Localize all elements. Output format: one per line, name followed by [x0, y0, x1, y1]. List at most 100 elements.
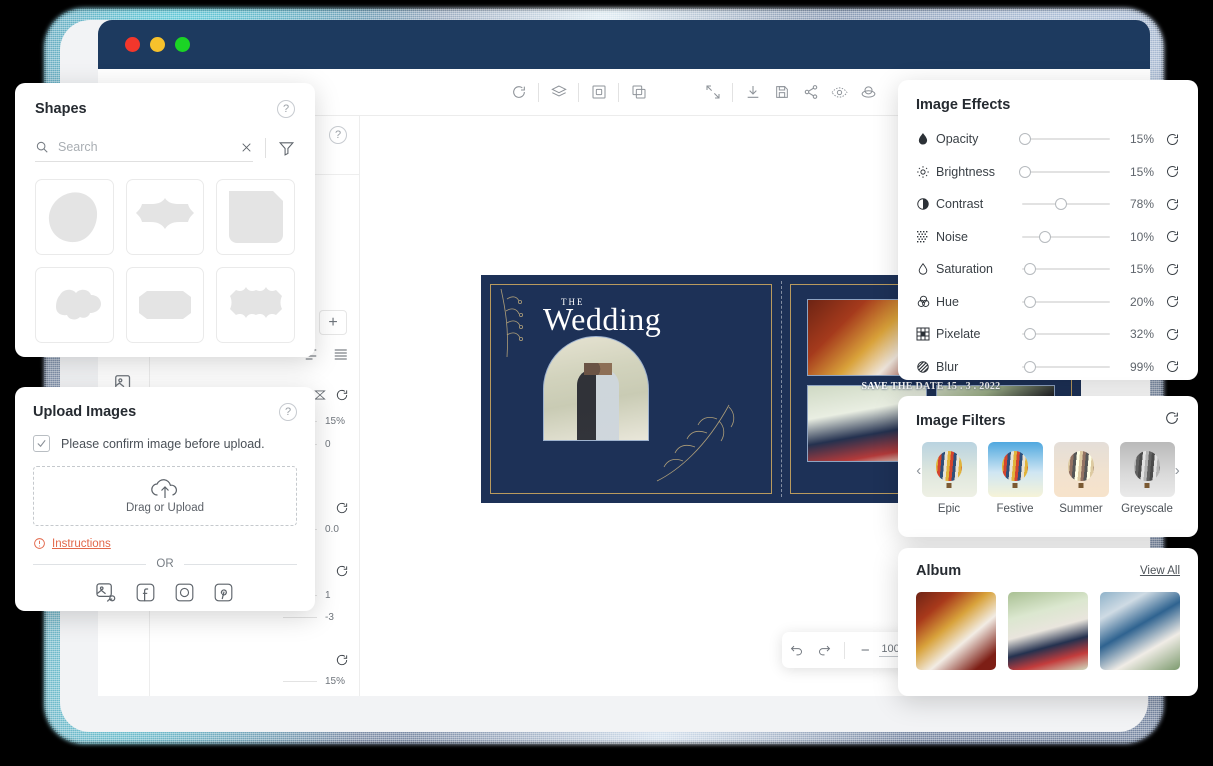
effect-label: Pixelate [936, 327, 981, 342]
reset-icon[interactable] [1154, 294, 1180, 309]
filter-label: Epic [937, 503, 961, 515]
rotate-icon[interactable] [504, 78, 533, 107]
shape-item-rounded-square[interactable] [216, 179, 295, 255]
filter-item-festive[interactable]: Festive [987, 442, 1043, 515]
property-value: 0.0 [325, 524, 339, 535]
pinterest-icon[interactable] [212, 581, 235, 604]
carousel-next-icon[interactable]: › [1175, 442, 1181, 498]
fullscreen-icon[interactable] [698, 78, 727, 107]
download-icon[interactable] [738, 78, 767, 107]
effect-slider[interactable] [1022, 327, 1110, 341]
effect-label: Blur [936, 359, 959, 374]
reset-icon[interactable] [1154, 229, 1180, 244]
filter-item-summer[interactable]: Summer [1053, 442, 1109, 515]
effect-slider[interactable] [1022, 295, 1110, 309]
reset-icon[interactable] [1154, 262, 1180, 277]
reset-icon[interactable] [1154, 327, 1180, 342]
album-photo-3[interactable] [1100, 592, 1180, 670]
screenshot-stage: Printfriend [0, 0, 1213, 766]
facebook-icon[interactable] [134, 581, 157, 604]
filter-label: Summer [1059, 503, 1103, 515]
search-field[interactable] [35, 140, 253, 162]
effect-slider[interactable] [1022, 230, 1110, 244]
effect-row-noise: Noise 10% [916, 221, 1180, 254]
instagram-icon[interactable] [173, 581, 196, 604]
confirm-checkbox[interactable] [33, 435, 50, 452]
maximize-icon[interactable] [175, 37, 190, 52]
reset-icon[interactable] [335, 564, 349, 578]
hue-icon [916, 294, 936, 309]
toolbar-left-group [504, 78, 653, 107]
clear-icon[interactable] [240, 141, 253, 154]
filter-icon[interactable] [278, 140, 295, 157]
album-panel: Album View All [898, 548, 1198, 696]
card-title: Wedding [543, 301, 662, 337]
share-icon[interactable] [796, 78, 825, 107]
reset-icon[interactable] [335, 501, 349, 515]
shape-item-blob[interactable] [35, 179, 114, 255]
search-input[interactable] [58, 140, 231, 154]
view-all-link[interactable]: View All [1140, 565, 1180, 577]
reset-icon[interactable] [1154, 197, 1180, 212]
reset-icon[interactable] [1154, 164, 1180, 179]
duplicate-icon[interactable] [624, 78, 653, 107]
effect-slider[interactable] [1022, 197, 1110, 211]
reset-icon[interactable] [1154, 132, 1180, 147]
filters-carousel: ‹ Epic Festive Summer Greyscale › [916, 442, 1180, 515]
frame-icon[interactable] [584, 78, 613, 107]
property-row [313, 388, 349, 402]
slider-track[interactable] [283, 681, 317, 682]
effect-row-pixelate: Pixelate 32% [916, 318, 1180, 351]
zoom-out-button[interactable]: − [851, 635, 879, 665]
three-d-icon[interactable] [854, 78, 883, 107]
filter-item-greyscale[interactable]: Greyscale [1119, 442, 1175, 515]
redo-icon[interactable] [810, 635, 838, 665]
hero-couple-heads [584, 363, 612, 375]
property-value: 0 [325, 439, 331, 450]
dropzone[interactable]: Drag or Upload [33, 466, 297, 526]
effect-slider[interactable] [1022, 262, 1110, 276]
close-icon[interactable] [125, 37, 140, 52]
layers-icon[interactable] [544, 78, 573, 107]
album-panel-title: Album [916, 563, 962, 579]
shapes-grid [35, 179, 295, 343]
saturation-icon [916, 262, 936, 276]
album-photo-2[interactable] [1008, 592, 1088, 670]
flip-icon[interactable] [313, 388, 327, 402]
gallery-icon[interactable] [95, 581, 118, 604]
reset-icon[interactable] [1154, 359, 1180, 374]
effect-row-opacity: Opacity 15% [916, 123, 1180, 156]
filters-list: Epic Festive Summer Greyscale [921, 442, 1175, 515]
instructions-link[interactable]: Instructions [33, 537, 297, 550]
undo-icon[interactable] [782, 635, 810, 665]
minimize-icon[interactable] [150, 37, 165, 52]
toolbar-divider [618, 82, 619, 102]
album-grid [916, 592, 1180, 670]
effect-row-saturation: Saturation 15% [916, 253, 1180, 286]
slider-track[interactable] [283, 617, 317, 618]
properties-help-icon[interactable]: ? [329, 126, 347, 144]
reset-icon[interactable] [1164, 410, 1180, 431]
help-icon[interactable]: ? [279, 403, 297, 421]
shape-item-ornate-banner[interactable] [125, 179, 205, 255]
album-photo-1[interactable] [916, 592, 996, 670]
filter-thumbnail [1119, 442, 1175, 497]
shape-item-oval-frame[interactable] [125, 267, 205, 343]
add-property-button[interactable]: + [319, 310, 347, 335]
shape-item-cloud[interactable] [35, 267, 114, 343]
save-icon[interactable] [767, 78, 796, 107]
filter-item-epic[interactable]: Epic [921, 442, 977, 515]
preview-icon[interactable] [825, 78, 854, 107]
help-icon[interactable]: ? [277, 100, 295, 118]
align-justify-icon[interactable] [334, 348, 349, 361]
property-row [335, 501, 349, 515]
effect-slider[interactable] [1018, 132, 1110, 146]
reset-icon[interactable] [335, 388, 349, 402]
effect-slider[interactable] [1018, 165, 1110, 179]
reset-icon[interactable] [335, 653, 349, 667]
shape-item-vintage-frame[interactable] [216, 267, 295, 343]
card-hero-photo[interactable] [543, 336, 649, 441]
effect-slider[interactable] [1022, 360, 1110, 374]
or-separator: OR [33, 558, 297, 570]
property-row: -3 [283, 612, 349, 623]
